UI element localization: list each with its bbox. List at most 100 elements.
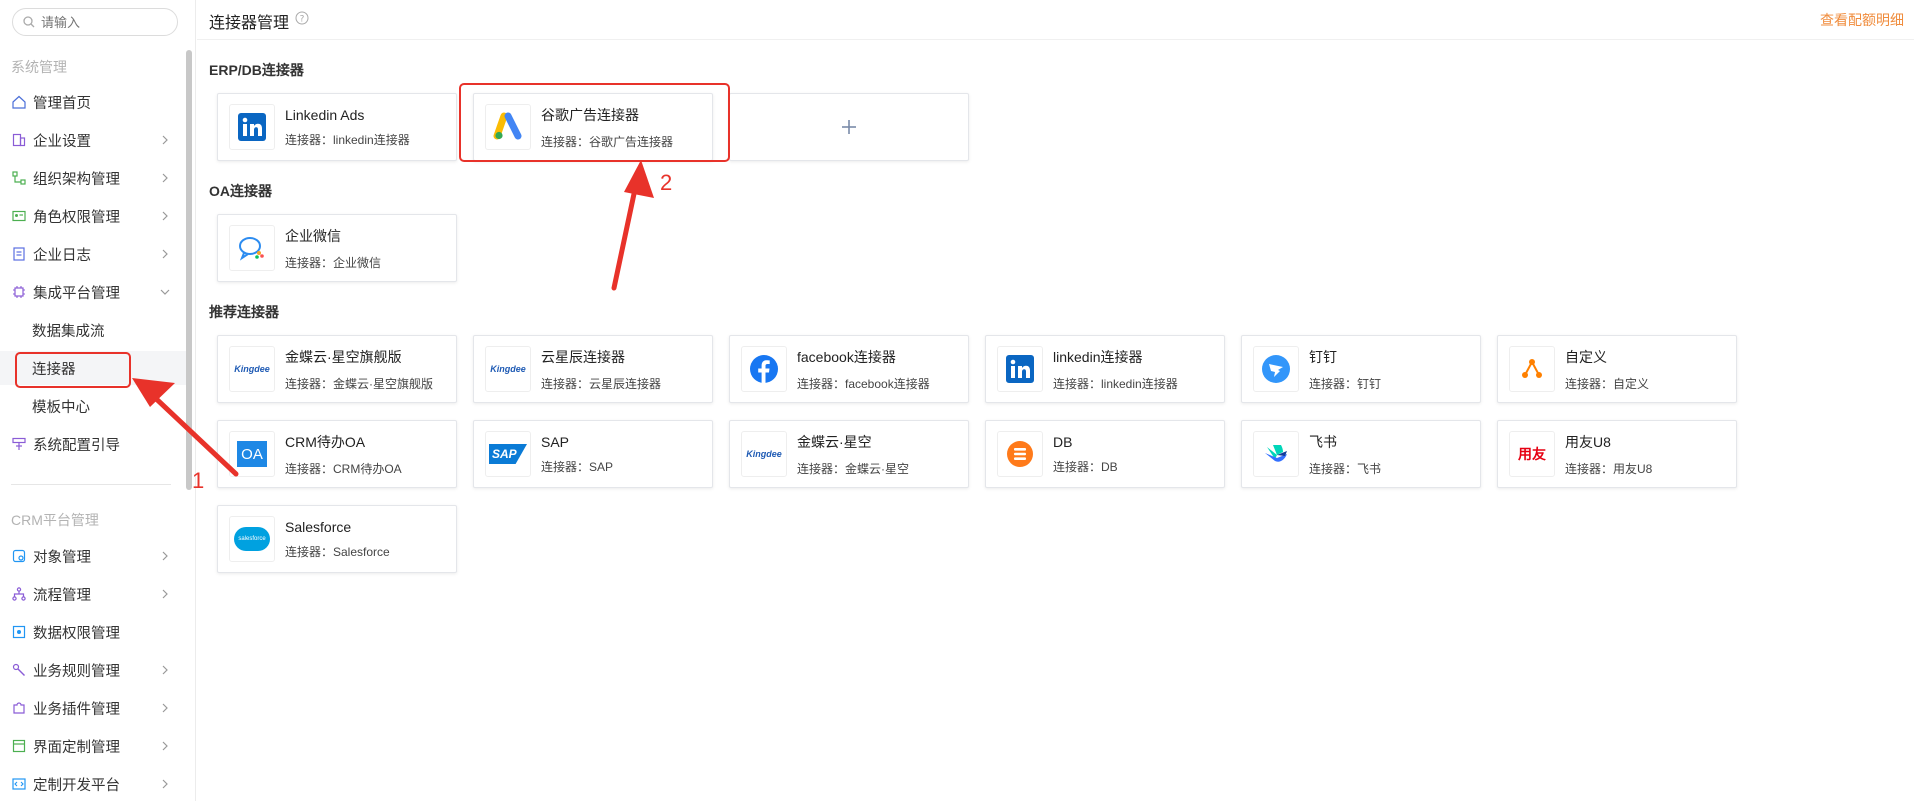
connector-card-wecom[interactable]: 企业微信 连接器：企业微信: [217, 214, 457, 282]
chevron-right-icon: [162, 703, 168, 713]
connector-type: 连接器：金蝶云·星空: [797, 461, 909, 476]
dingtalk-icon: [1253, 346, 1299, 392]
sidebar-item-home[interactable]: 管理首页: [0, 85, 186, 119]
facebook-icon: [741, 346, 787, 392]
sidebar-item-plugins[interactable]: 业务插件管理: [0, 691, 186, 725]
sidebar-scrollbar[interactable]: [186, 50, 192, 490]
salesforce-icon: salesforce: [229, 516, 275, 562]
sap-icon: SAP: [485, 431, 531, 477]
sidebar-sub-templates[interactable]: 模板中心: [0, 389, 186, 423]
annotation-number-1: 1: [192, 468, 205, 493]
sidebar-item-config-guide[interactable]: 系统配置引导: [0, 427, 186, 461]
sidebar-item-rules[interactable]: 业务规则管理: [0, 653, 186, 687]
sidebar-item-label: 业务插件管理: [33, 701, 120, 718]
sidebar-item-label: 管理首页: [33, 95, 91, 112]
connector-type: 连接器：linkedin连接器: [285, 132, 410, 147]
sidebar-item-data-permissions[interactable]: 数据权限管理: [0, 615, 186, 649]
connector-type: 连接器：金蝶云·星空旗舰版: [285, 376, 433, 391]
connector-card-facebook[interactable]: facebook连接器 连接器：facebook连接器: [729, 335, 969, 403]
data-perm-icon: [11, 624, 27, 640]
sidebar-item-label: 系统配置引导: [33, 437, 120, 454]
sidebar-item-flows[interactable]: 流程管理: [0, 577, 186, 611]
connector-name: linkedin连接器: [1053, 348, 1143, 365]
connector-name: SAP: [541, 433, 570, 450]
connector-name: 金蝶云·星空旗舰版: [285, 348, 402, 365]
flow-icon: [11, 586, 27, 602]
sidebar-item-ui-custom[interactable]: 界面定制管理: [0, 729, 186, 763]
sidebar-item-logs[interactable]: 企业日志: [0, 237, 186, 271]
chip-icon: [11, 284, 27, 300]
annotation-arrow-2: [611, 160, 654, 291]
linkedin-icon: [997, 346, 1043, 392]
linkedin-icon: [229, 104, 275, 150]
log-icon: [11, 246, 27, 262]
sidebar-item-label: 定制开发平台: [33, 777, 120, 794]
sidebar-item-roles[interactable]: 角色权限管理: [0, 199, 186, 233]
sidebar-sub-data-flow[interactable]: 数据集成流: [0, 313, 186, 347]
chevron-right-icon: [162, 779, 168, 789]
connector-card-kingdee[interactable]: Kingdee 金蝶云·星空 连接器：金蝶云·星空: [729, 420, 969, 488]
sidebar-item-label: 对象管理: [33, 549, 91, 566]
kingdee-icon: Kingdee: [229, 346, 275, 392]
layout-icon: [11, 738, 27, 754]
sidebar: 系统管理 管理首页 企业设置 组织架构管理 角色权限管理 企业日志 集成平台: [0, 0, 196, 801]
plus-icon: [842, 120, 856, 134]
connector-name: 金蝶云·星空: [797, 433, 872, 450]
sidebar-item-company-settings[interactable]: 企业设置: [0, 123, 186, 157]
sidebar-item-dev-platform[interactable]: 定制开发平台: [0, 767, 186, 801]
connector-card-linkedin[interactable]: linkedin连接器 连接器：linkedin连接器: [985, 335, 1225, 403]
connector-card-db[interactable]: DB 连接器：DB: [985, 420, 1225, 488]
connector-card-yonyou-u8[interactable]: 用友 用友U8 连接器：用友U8: [1497, 420, 1737, 488]
annotation-highlight-connectors: [15, 352, 131, 388]
connector-type: 连接器：自定义: [1565, 376, 1650, 391]
view-quota-link[interactable]: 查看配额明细: [1820, 10, 1904, 30]
connector-card-feishu[interactable]: 飞书 连接器：飞书: [1241, 420, 1481, 488]
sidebar-item-label: 企业设置: [33, 133, 91, 150]
connector-type: 连接器：飞书: [1309, 461, 1382, 476]
search-input[interactable]: [41, 14, 161, 30]
annotation-number-2: 2: [660, 170, 673, 195]
connector-card-salesforce[interactable]: salesforce Salesforce 连接器：Salesforce: [217, 505, 457, 573]
connector-name: 飞书: [1309, 433, 1337, 450]
connector-name: 企业微信: [285, 227, 341, 244]
sidebar-item-objects[interactable]: 对象管理: [0, 539, 186, 573]
help-icon[interactable]: ?: [295, 11, 309, 25]
connector-card-crm-todo-oa[interactable]: OA CRM待办OA 连接器：CRM待办OA: [217, 420, 457, 488]
kingdee-icon: Kingdee: [741, 431, 787, 477]
code-icon: [11, 776, 27, 792]
sidebar-item-label: 业务规则管理: [33, 663, 120, 680]
chevron-right-icon: [162, 665, 168, 675]
connector-type: 连接器：Salesforce: [285, 544, 390, 559]
app-root: 系统管理 管理首页 企业设置 组织架构管理 角色权限管理 企业日志 集成平台: [0, 0, 1914, 801]
sidebar-item-org[interactable]: 组织架构管理: [0, 161, 186, 195]
connector-card-dingtalk[interactable]: 钉钉 连接器：钉钉: [1241, 335, 1481, 403]
add-connector-button[interactable]: [729, 93, 969, 161]
connector-name: Salesforce: [285, 518, 352, 535]
section-title-erp: ERP/DB连接器: [209, 62, 304, 78]
building-icon: [11, 132, 27, 148]
chevron-down-icon: [160, 289, 170, 295]
annotation-highlight-google-ads: [459, 83, 730, 162]
home-icon: [11, 94, 27, 110]
search-box[interactable]: [12, 8, 178, 36]
connector-card-custom[interactable]: 自定义 连接器：自定义: [1497, 335, 1737, 403]
feishu-icon: [1253, 431, 1299, 477]
connector-card-sap[interactable]: SAP SAP 连接器：SAP: [473, 420, 713, 488]
plugin-icon: [11, 700, 27, 716]
connector-card-yunxingchen[interactable]: Kingdee 云星辰连接器 连接器：云星辰连接器: [473, 335, 713, 403]
sidebar-item-label: 界面定制管理: [33, 739, 120, 756]
sidebar-item-label: 组织架构管理: [33, 171, 120, 188]
connector-type: 连接器：SAP: [541, 459, 614, 474]
connector-card-linkedin-ads[interactable]: Linkedin Ads 连接器：linkedin连接器: [217, 93, 457, 161]
chevron-right-icon: [162, 249, 168, 259]
chevron-right-icon: [162, 589, 168, 599]
org-icon: [11, 170, 27, 186]
svg-text:?: ?: [300, 15, 305, 25]
section-title-oa: OA连接器: [209, 183, 272, 199]
connector-type: 连接器：CRM待办OA: [285, 461, 402, 476]
connector-name: 用友U8: [1565, 433, 1611, 450]
connector-card-kingdee-flagship[interactable]: Kingdee 金蝶云·星空旗舰版 连接器：金蝶云·星空旗舰版: [217, 335, 457, 403]
sidebar-item-integration[interactable]: 集成平台管理: [0, 275, 186, 309]
search-icon: [23, 16, 35, 28]
connector-name: DB: [1053, 433, 1073, 450]
